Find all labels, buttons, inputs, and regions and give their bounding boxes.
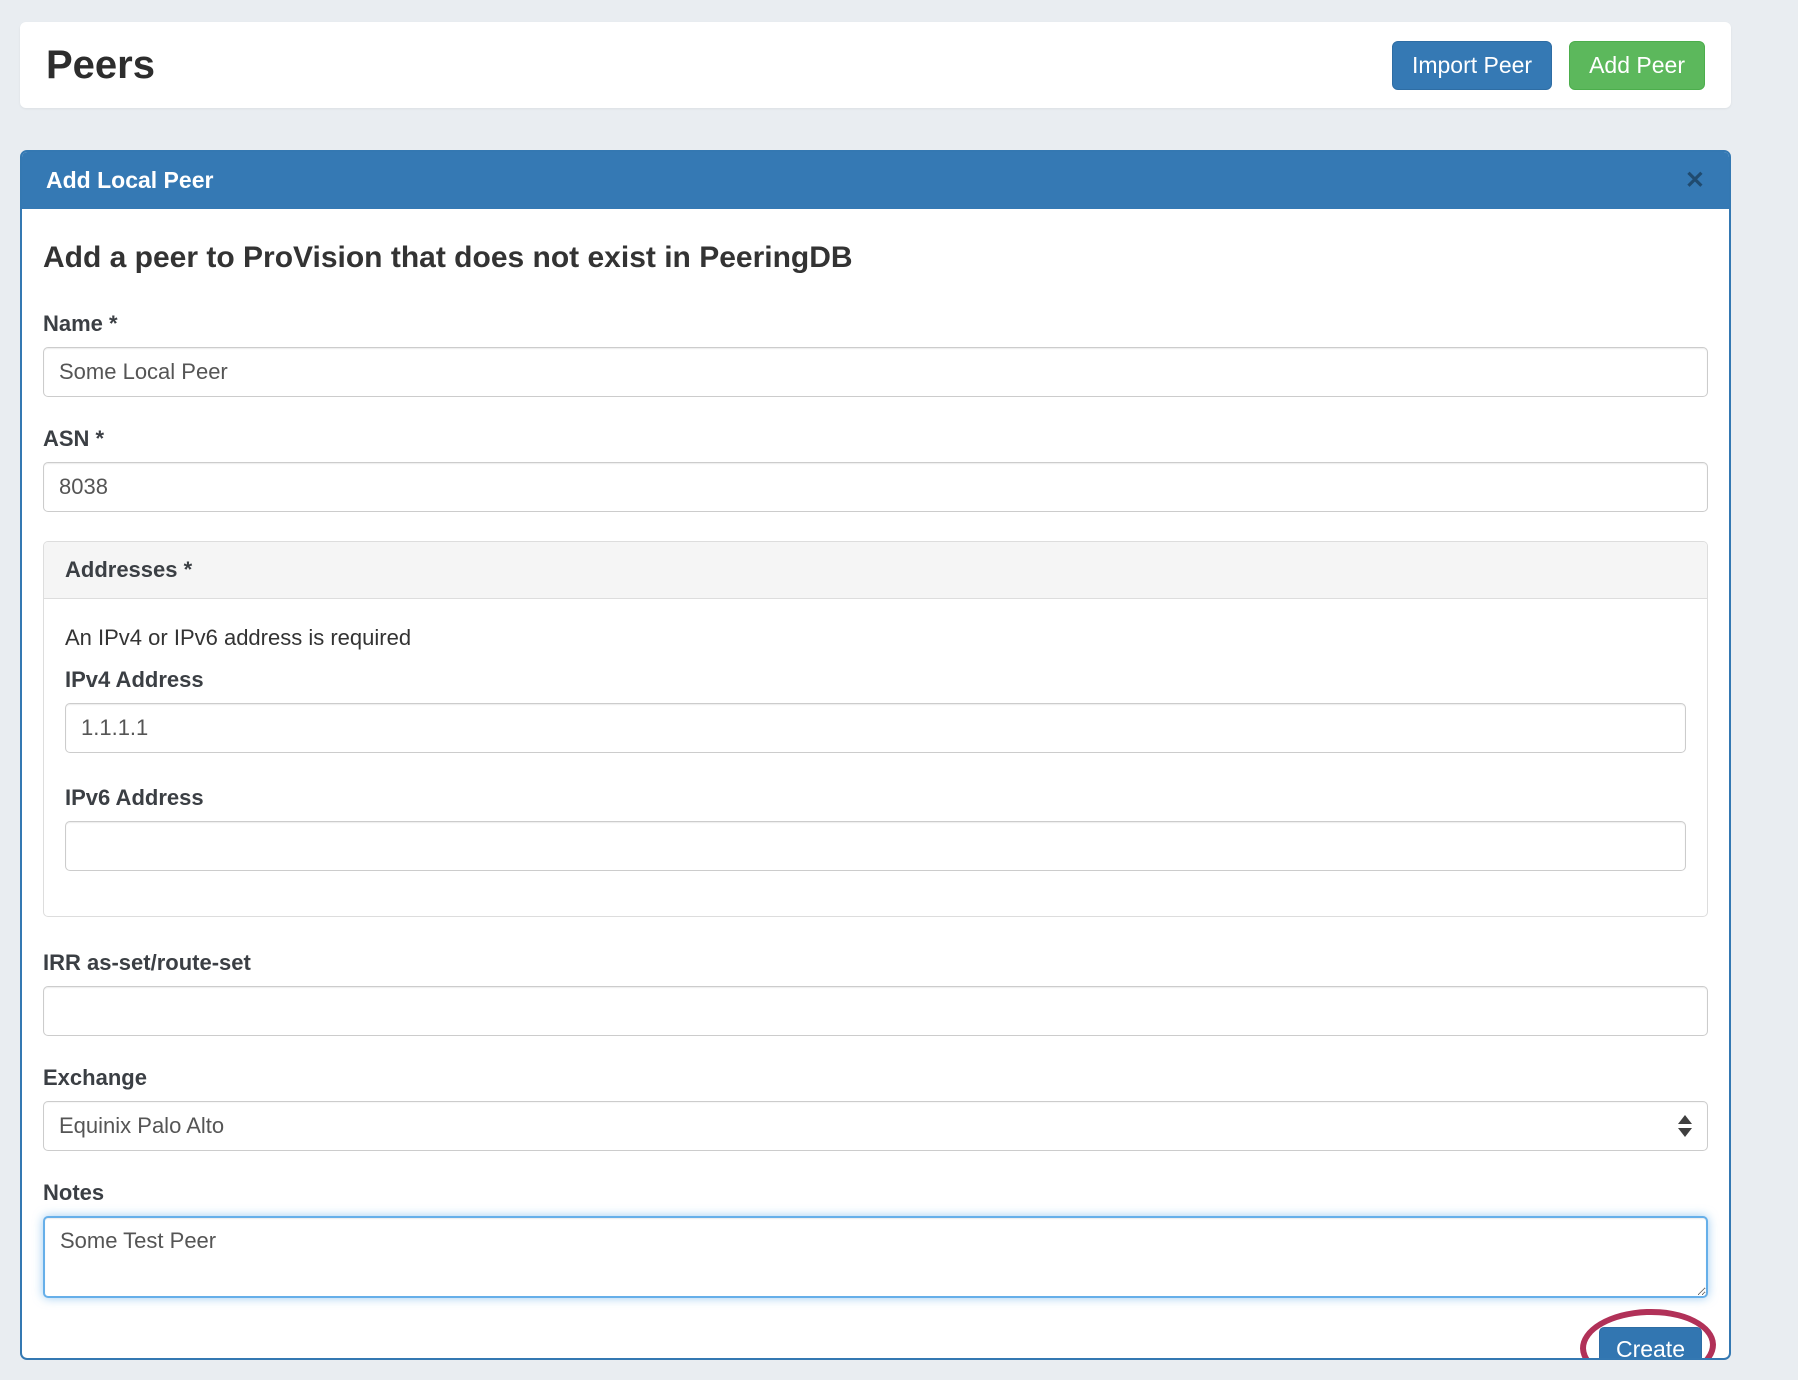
select-updown-icon (1678, 1115, 1692, 1137)
panel-title: Add Local Peer (46, 167, 213, 194)
name-label: Name * (43, 311, 1708, 337)
header-actions: Import Peer Add Peer (1392, 41, 1705, 90)
panel-intro-text: Add a peer to ProVision that does not ex… (43, 241, 1708, 275)
page-title: Peers (46, 43, 155, 88)
create-button-row: Create (43, 1327, 1708, 1358)
address-requirement-text: An IPv4 or IPv6 address is required (65, 625, 1686, 651)
ipv6-label: IPv6 Address (65, 785, 1686, 811)
ipv4-input[interactable] (65, 703, 1686, 753)
asn-input[interactable] (43, 462, 1708, 512)
arrow-down-icon (1678, 1128, 1692, 1137)
ipv4-label: IPv4 Address (65, 667, 1686, 693)
ipv6-field-group: IPv6 Address (65, 785, 1686, 871)
ipv4-field-group: IPv4 Address (65, 667, 1686, 753)
exchange-select-wrap: Equinix Palo Alto (43, 1101, 1708, 1151)
peers-page: Peers Import Peer Add Peer Add Local Pee… (0, 0, 1798, 1380)
addresses-panel-heading: Addresses * (44, 542, 1707, 599)
exchange-label: Exchange (43, 1065, 1708, 1091)
name-field-group: Name * (43, 311, 1708, 397)
ipv6-input[interactable] (65, 821, 1686, 871)
create-button-wrap: Create (1599, 1327, 1702, 1358)
addresses-panel: Addresses * An IPv4 or IPv6 address is r… (43, 541, 1708, 917)
close-icon[interactable]: ✕ (1685, 169, 1705, 193)
name-input[interactable] (43, 347, 1708, 397)
arrow-up-icon (1678, 1115, 1692, 1124)
exchange-select[interactable]: Equinix Palo Alto (43, 1101, 1708, 1151)
add-local-peer-panel: Add Local Peer ✕ Add a peer to ProVision… (20, 150, 1731, 1360)
exchange-field-group: Exchange Equinix Palo Alto (43, 1065, 1708, 1151)
irr-field-group: IRR as-set/route-set (43, 950, 1708, 1036)
irr-input[interactable] (43, 986, 1708, 1036)
addresses-panel-body: An IPv4 or IPv6 address is required IPv4… (44, 599, 1707, 916)
create-button[interactable]: Create (1599, 1327, 1702, 1358)
asn-field-group: ASN * (43, 426, 1708, 512)
page-header-card: Peers Import Peer Add Peer (20, 22, 1731, 108)
panel-heading: Add Local Peer ✕ (22, 152, 1729, 209)
panel-body: Add a peer to ProVision that does not ex… (22, 209, 1729, 1358)
add-peer-button[interactable]: Add Peer (1569, 41, 1705, 90)
asn-label: ASN * (43, 426, 1708, 452)
irr-label: IRR as-set/route-set (43, 950, 1708, 976)
notes-field-group: Notes Some Test Peer (43, 1180, 1708, 1298)
exchange-selected-value: Equinix Palo Alto (59, 1113, 224, 1139)
notes-label: Notes (43, 1180, 1708, 1206)
notes-textarea[interactable]: Some Test Peer (43, 1216, 1708, 1298)
import-peer-button[interactable]: Import Peer (1392, 41, 1552, 90)
